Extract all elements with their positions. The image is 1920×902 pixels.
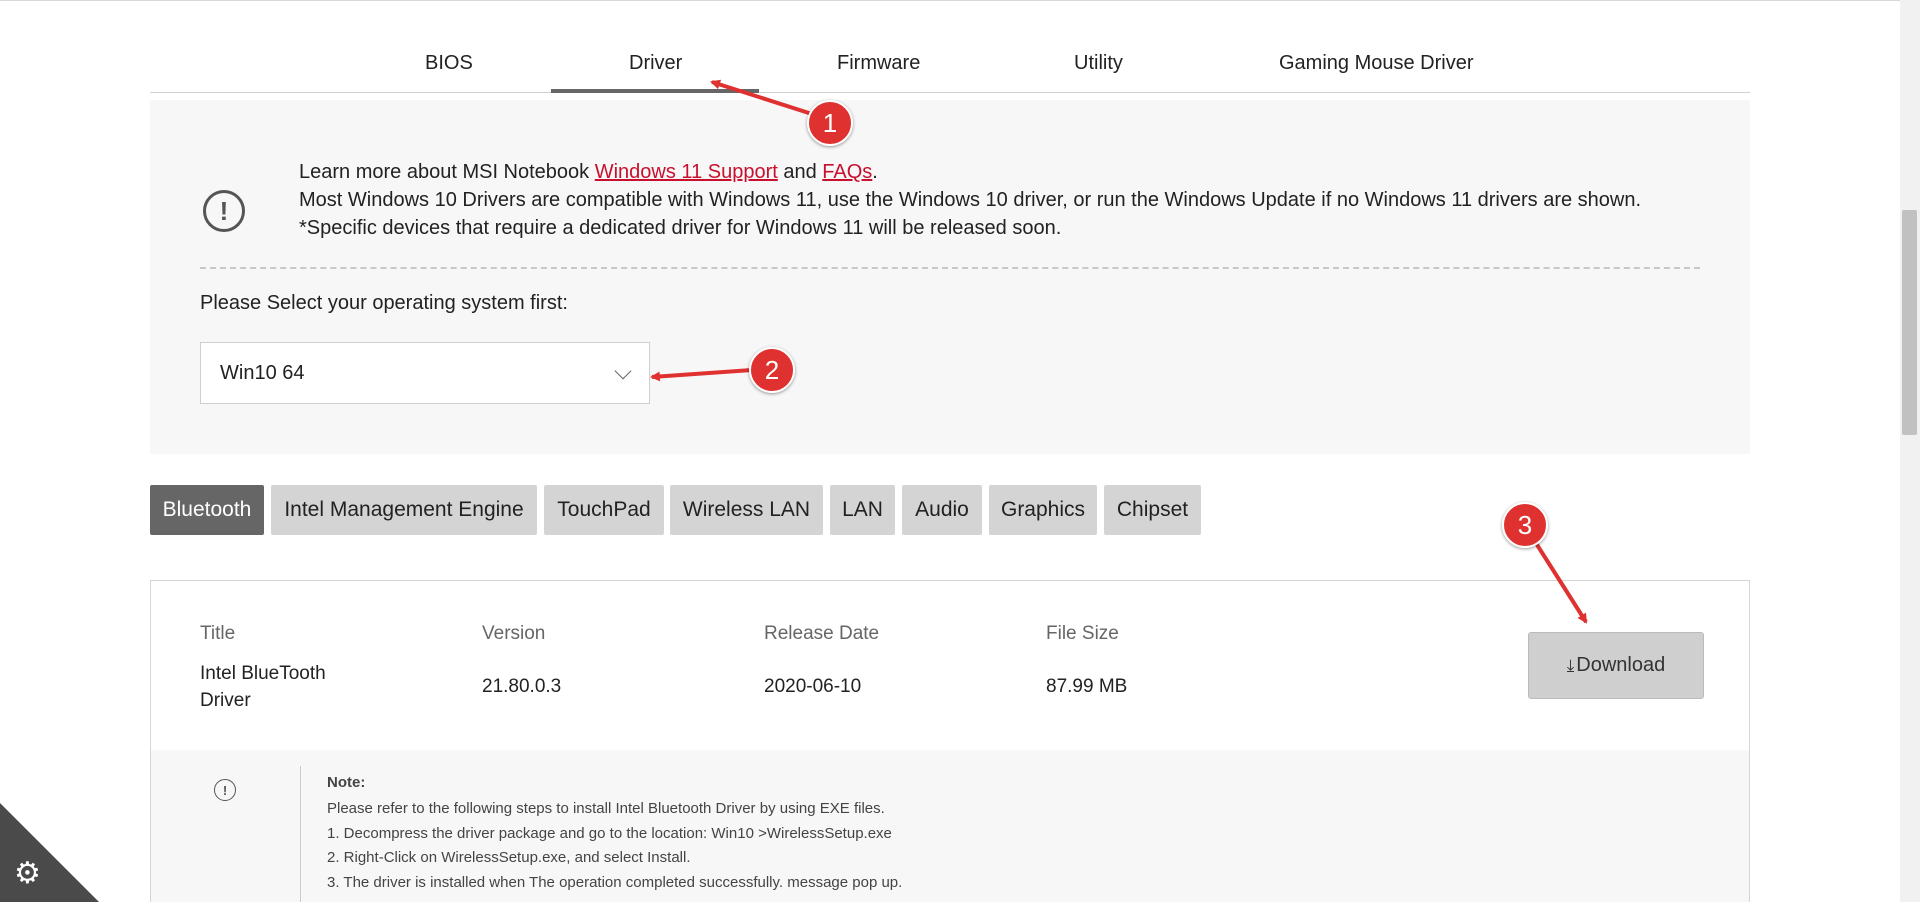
vertical-scrollbar[interactable]: [1900, 0, 1920, 902]
dashed-divider: [200, 267, 1700, 269]
chevron-down-icon: [614, 362, 632, 380]
note-line: 2. Right-Click on WirelessSetup.exe, and…: [327, 849, 691, 866]
os-selected-value: Win10 64: [220, 361, 305, 384]
driver-title: Intel BlueTooth Driver: [200, 663, 326, 711]
notice-line2: Most Windows 10 Drivers are compatible w…: [299, 189, 1642, 211]
note-line: Please refer to the following steps to i…: [327, 800, 885, 817]
category-graphics[interactable]: Graphics: [989, 485, 1097, 535]
header-title: Title: [200, 623, 236, 644]
notice-line3: *Specific devices that require a dedicat…: [299, 217, 1062, 239]
active-tab-underline: [551, 89, 759, 93]
category-wireless-lan[interactable]: Wireless LAN: [670, 485, 823, 535]
notice-line1-prefix: Learn more about MSI Notebook: [299, 161, 595, 183]
category-intel-management-engine[interactable]: Intel Management Engine: [271, 485, 537, 535]
annotation-badge-1: 1: [807, 100, 853, 146]
exclamation-circle-icon: !: [203, 190, 245, 232]
gear-icon[interactable]: ⚙: [14, 859, 41, 889]
driver-release-date: 2020-06-10: [764, 676, 862, 697]
os-select-dropdown[interactable]: Win10 64: [200, 342, 650, 404]
tab-utility[interactable]: Utility: [1074, 52, 1123, 75]
windows11-support-link[interactable]: Windows 11 Support: [595, 161, 778, 183]
category-lan[interactable]: LAN: [830, 485, 895, 535]
category-chipset[interactable]: Chipset: [1104, 485, 1201, 535]
download-button[interactable]: ⤓ Download: [1528, 632, 1704, 699]
download-label: Download: [1576, 654, 1666, 676]
annotation-badge-2: 2: [749, 347, 795, 393]
notice-line1-suffix: .: [872, 161, 878, 183]
tab-driver[interactable]: Driver: [629, 52, 682, 75]
tab-bios[interactable]: BIOS: [425, 52, 473, 75]
driver-version: 21.80.0.3: [482, 676, 562, 697]
faqs-link[interactable]: FAQs: [822, 161, 872, 183]
header-release-date: Release Date: [764, 623, 880, 644]
category-touchpad[interactable]: TouchPad: [544, 485, 664, 535]
note-line: 3. The driver is installed when The oper…: [327, 874, 903, 891]
note-divider: [300, 766, 301, 902]
driver-file-size: 87.99 MB: [1046, 676, 1128, 697]
category-audio[interactable]: Audio: [902, 485, 982, 535]
tab-gaming-mouse-driver[interactable]: Gaming Mouse Driver: [1279, 52, 1474, 75]
download-tabs: [150, 0, 1750, 93]
note-line: 1. Decompress the driver package and go …: [327, 825, 892, 842]
header-file-size: File Size: [1046, 623, 1119, 644]
category-bluetooth[interactable]: Bluetooth: [150, 485, 264, 535]
os-select-label: Please Select your operating system firs…: [200, 292, 568, 314]
exclamation-circle-icon: !: [214, 779, 236, 801]
scrollbar-thumb[interactable]: [1902, 210, 1917, 435]
tab-firmware[interactable]: Firmware: [837, 52, 920, 75]
download-icon: ⤓: [1566, 655, 1575, 675]
note-title: Note:: [327, 774, 366, 791]
annotation-badge-3: 3: [1502, 502, 1548, 548]
notice-line1-mid: and: [777, 161, 823, 183]
header-version: Version: [482, 623, 546, 644]
windows11-notice: Learn more about MSI Notebook Windows 11…: [299, 158, 1699, 242]
